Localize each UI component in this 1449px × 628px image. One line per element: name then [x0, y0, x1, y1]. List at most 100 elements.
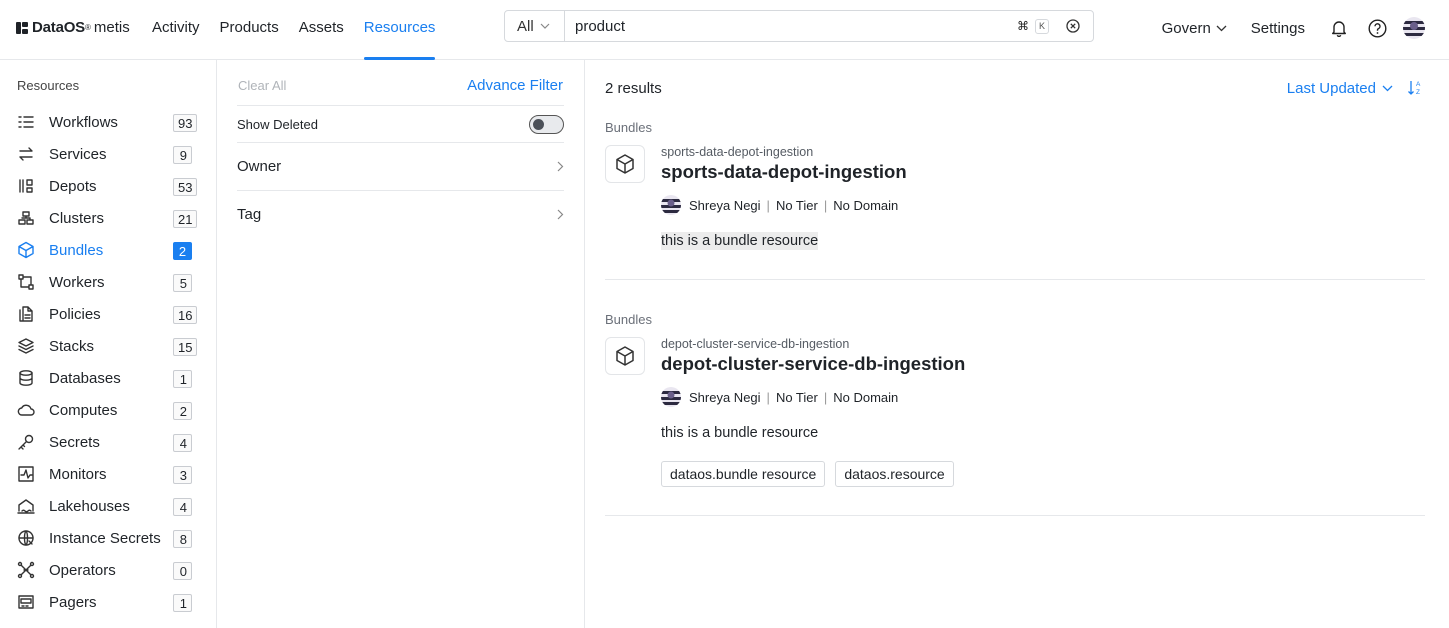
- nav-activity[interactable]: Activity: [152, 0, 200, 60]
- settings-link[interactable]: Settings: [1251, 20, 1305, 37]
- owner-avatar: [661, 195, 681, 215]
- sidebar-item-bundles[interactable]: Bundles 2: [0, 234, 216, 266]
- settings-label: Settings: [1250, 19, 1305, 37]
- result-title[interactable]: sports-data-depot-ingestion: [661, 161, 907, 183]
- tier-label: No Tier: [775, 197, 818, 213]
- result-title[interactable]: depot-cluster-service-db-ingestion: [661, 353, 965, 375]
- chevron-right-icon: [557, 161, 564, 172]
- result-card[interactable]: Bundles depot-cluster-service-db-ingesti…: [605, 312, 1425, 516]
- search-input[interactable]: [565, 11, 1015, 41]
- owner-name[interactable]: Shreya Negi: [689, 198, 761, 213]
- stack-icon: [17, 337, 35, 355]
- sidebar-item-policies[interactable]: Policies 16: [0, 298, 216, 330]
- sidebar-item-label: Secrets: [49, 433, 100, 451]
- sidebar-list: Workflows 93 Services 9 Depots 53 Clusters 21 Bu…: [0, 106, 216, 618]
- sidebar-item-count: 93: [173, 114, 198, 132]
- cluster-icon: [17, 209, 35, 227]
- instance-secret-icon: [17, 529, 35, 547]
- lakehouse-icon: [17, 497, 35, 515]
- result-tags: dataos.bundle resource dataos.resource: [661, 461, 964, 487]
- search-scope-select[interactable]: All: [505, 11, 565, 41]
- search-scope-value: All: [517, 17, 534, 35]
- owner-filter[interactable]: Owner: [237, 142, 564, 190]
- pager-icon: [17, 593, 35, 611]
- sidebar-item-depots[interactable]: Depots 53: [0, 170, 216, 202]
- bundle-icon: [17, 241, 35, 259]
- result-type: Bundles: [605, 312, 652, 327]
- nav-products[interactable]: Products: [220, 0, 279, 60]
- user-avatar[interactable]: [1403, 17, 1425, 39]
- sidebar-item-label: Bundles: [49, 241, 104, 259]
- domain-label: No Domain: [833, 389, 899, 405]
- sidebar-item-label: Stacks: [49, 337, 95, 355]
- monitor-icon: [17, 465, 35, 483]
- search-bar: All ⌘ K: [504, 10, 1094, 42]
- sidebar-item-count: 2: [173, 402, 192, 420]
- logo-brand: DataOS: [32, 19, 85, 36]
- sidebar-item-operators[interactable]: Operators 0: [0, 554, 216, 586]
- sidebar-title: Resources: [17, 78, 80, 93]
- sidebar-item-count: 2: [173, 242, 192, 260]
- services-icon: [17, 145, 35, 163]
- bundle-icon: [605, 145, 645, 183]
- shortcut-k-key: K: [1035, 18, 1049, 34]
- sidebar-item-stacks[interactable]: Stacks 15: [0, 330, 216, 362]
- sidebar-item-label: Workflows: [49, 113, 118, 131]
- shortcut-cmd-key: ⌘: [1017, 19, 1029, 33]
- sidebar-item-clusters[interactable]: Clusters 21: [0, 202, 216, 234]
- depot-icon: [17, 177, 35, 195]
- bell-icon[interactable]: [1329, 18, 1349, 38]
- advance-filter-button[interactable]: Advance Filter: [467, 77, 563, 94]
- result-type: Bundles: [605, 120, 652, 135]
- sidebar-item-secrets[interactable]: Secrets 4: [0, 426, 216, 458]
- show-deleted-toggle[interactable]: [529, 114, 564, 134]
- tag-filter-label: Tag: [237, 206, 262, 223]
- chevron-down-icon: [1216, 25, 1227, 31]
- sidebar-item-count: 16: [173, 306, 198, 324]
- sidebar-item-monitors[interactable]: Monitors 3: [0, 458, 216, 490]
- sidebar-item-workflows[interactable]: Workflows 93: [0, 106, 216, 138]
- result-subtitle: depot-cluster-service-db-ingestion: [661, 337, 850, 351]
- sidebar-item-count: 3: [173, 466, 192, 484]
- sidebar-item-services[interactable]: Services 9: [0, 138, 216, 170]
- sidebar-item-computes[interactable]: Computes 2: [0, 394, 216, 426]
- result-description: this is a bundle resource: [661, 425, 819, 441]
- sidebar-item-count: 9: [173, 146, 192, 164]
- sidebar-item-pagers[interactable]: Pagers 1: [0, 586, 216, 618]
- result-card[interactable]: Bundles sports-data-depot-ingestion spor…: [605, 120, 1425, 280]
- help-icon[interactable]: [1367, 18, 1387, 38]
- resources-sidebar: Resources Workflows 93 Services 9 Depots 53 Cl…: [0, 60, 217, 628]
- sidebar-item-label: Services: [49, 145, 107, 163]
- nav-resources[interactable]: Resources: [363, 0, 435, 60]
- logo-mark-icon: [16, 21, 28, 34]
- tag-chip[interactable]: dataos.resource: [835, 461, 954, 487]
- sidebar-item-label: Depots: [49, 177, 97, 195]
- sidebar-item-count: 1: [173, 594, 192, 612]
- sidebar-item-databases[interactable]: Databases 1: [0, 362, 216, 394]
- tag-chip[interactable]: dataos.bundle resource: [661, 461, 826, 487]
- svg-text:Z: Z: [1416, 89, 1420, 96]
- sidebar-item-lakehouses[interactable]: Lakehouses 4: [0, 490, 216, 522]
- sidebar-item-workers[interactable]: Workers 5: [0, 266, 216, 298]
- chevron-down-icon: [540, 23, 550, 29]
- sidebar-item-count: 1: [173, 370, 192, 388]
- header-actions: Govern Settings: [1138, 0, 1425, 56]
- govern-menu[interactable]: Govern: [1162, 20, 1227, 37]
- bundle-icon: [605, 337, 645, 375]
- sort-direction-icon[interactable]: AZ: [1407, 79, 1423, 97]
- show-deleted-label: Show Deleted: [237, 116, 318, 132]
- owner-name[interactable]: Shreya Negi: [689, 390, 761, 405]
- sidebar-item-instance-secrets[interactable]: Instance Secrets 8: [0, 522, 216, 554]
- tag-filter[interactable]: Tag: [237, 190, 564, 238]
- nav-assets[interactable]: Assets: [299, 0, 344, 60]
- sidebar-item-label: Instance Secrets: [49, 529, 161, 547]
- sidebar-item-count: 0: [173, 562, 192, 580]
- sort-dropdown[interactable]: Last Updated: [1287, 80, 1393, 97]
- clear-search-button[interactable]: [1063, 16, 1083, 36]
- dataos-logo[interactable]: DataOS ® metis: [16, 19, 130, 36]
- clear-circle-icon: [1066, 19, 1080, 33]
- cloud-icon: [17, 401, 35, 419]
- svg-text:A: A: [1416, 81, 1421, 88]
- clear-all-button[interactable]: Clear All: [238, 78, 286, 93]
- result-description: this is a bundle resource: [661, 232, 819, 250]
